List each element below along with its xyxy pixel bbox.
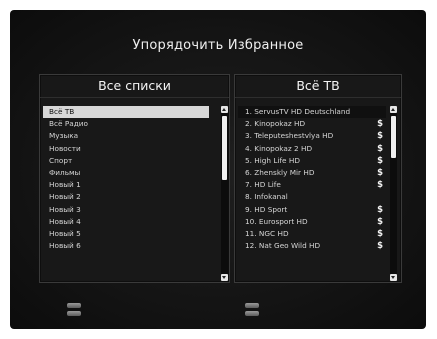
scroll-thumb[interactable] bbox=[391, 116, 396, 158]
channel-name: 6. Zhenskly Mir HD bbox=[245, 167, 315, 177]
channel-name: 4. Kinopokaz 2 HD bbox=[245, 143, 313, 153]
channel-row[interactable]: 2. Kinopokaz HD $ bbox=[238, 118, 386, 130]
list-item-sport[interactable]: Спорт bbox=[43, 155, 209, 167]
channel-row[interactable]: 9. HD Sport $ bbox=[238, 204, 386, 216]
scrambled-icon: $ bbox=[377, 155, 383, 166]
scrambled-icon: $ bbox=[377, 131, 383, 142]
channel-name: 12. Nat Geo Wild HD bbox=[245, 241, 321, 251]
page-title: Упорядочить Избранное bbox=[132, 38, 304, 53]
list-item-new-6[interactable]: Новый 6 bbox=[43, 240, 209, 252]
left-scrollbar[interactable] bbox=[221, 106, 228, 281]
list-item-new-4[interactable]: Новый 4 bbox=[43, 216, 209, 228]
tv-menu-screen: Упорядочить Избранное Все списки Всё ТВ … bbox=[10, 10, 426, 329]
scrambled-icon: $ bbox=[377, 167, 383, 178]
channel-name: 3. Teleputeshestvlya HD bbox=[245, 131, 334, 141]
channel-row[interactable]: 4. Kinopokaz 2 HD $ bbox=[238, 143, 386, 155]
right-scrollbar[interactable] bbox=[390, 106, 397, 281]
scrambled-icon: $ bbox=[377, 204, 383, 215]
channel-row[interactable]: 3. Teleputeshestvlya HD $ bbox=[238, 130, 386, 142]
scrambled-icon: $ bbox=[377, 241, 383, 252]
scrambled-icon: $ bbox=[377, 119, 383, 130]
channel-name: 2. Kinopokaz HD bbox=[245, 119, 306, 129]
channel-name: 5. High Life HD bbox=[245, 155, 300, 165]
channel-row[interactable]: 5. High Life HD $ bbox=[238, 155, 386, 167]
channel-row[interactable]: 11. NGC HD $ bbox=[238, 228, 386, 240]
channel-row[interactable]: 6. Zhenskly Mir HD $ bbox=[238, 167, 386, 179]
scrambled-icon: $ bbox=[377, 228, 383, 239]
list-item-new-3[interactable]: Новый 3 bbox=[43, 204, 209, 216]
channel-name: 1. ServusTV HD Deutschland bbox=[245, 107, 351, 116]
channel-row[interactable]: 8. Infokanal bbox=[238, 191, 386, 203]
channel-list-header: Всё ТВ bbox=[235, 75, 401, 98]
list-item-new-2[interactable]: Новый 2 bbox=[43, 191, 209, 203]
list-item-music[interactable]: Музыка bbox=[43, 130, 209, 142]
all-lists-list: Всё ТВ Всё Радио Музыка Новости Спорт Фи… bbox=[43, 106, 209, 252]
channel-name: 8. Infokanal bbox=[245, 192, 288, 202]
channel-row[interactable]: 7. HD Life $ bbox=[238, 179, 386, 191]
scrambled-icon: $ bbox=[377, 143, 383, 154]
all-lists-header: Все списки bbox=[40, 75, 229, 98]
scroll-down-arrow-icon[interactable] bbox=[221, 274, 228, 281]
channel-list: 1. ServusTV HD Deutschland 2. Kinopokaz … bbox=[238, 106, 386, 252]
double-bar-icon[interactable] bbox=[67, 302, 81, 319]
channel-name: 11. NGC HD bbox=[245, 228, 289, 238]
list-item-all-radio[interactable]: Всё Радио bbox=[43, 118, 209, 130]
scroll-up-arrow-icon[interactable] bbox=[221, 106, 228, 113]
scrambled-icon: $ bbox=[377, 180, 383, 191]
list-item-all-tv[interactable]: Всё ТВ bbox=[43, 106, 209, 119]
scroll-thumb[interactable] bbox=[222, 116, 227, 180]
scrambled-icon: $ bbox=[377, 216, 383, 227]
scroll-down-arrow-icon[interactable] bbox=[390, 274, 397, 281]
double-bar-icon[interactable] bbox=[245, 302, 259, 319]
list-item-news[interactable]: Новости bbox=[43, 143, 209, 155]
channel-row[interactable]: 10. Eurosport HD $ bbox=[238, 216, 386, 228]
list-item-movies[interactable]: Фильмы bbox=[43, 167, 209, 179]
channel-row[interactable]: 1. ServusTV HD Deutschland bbox=[238, 106, 386, 119]
channel-row[interactable]: 12. Nat Geo Wild HD $ bbox=[238, 240, 386, 252]
channel-list-panel: Всё ТВ 1. ServusTV HD Deutschland 2. Kin… bbox=[234, 74, 402, 283]
channel-name: 7. HD Life bbox=[245, 180, 281, 190]
list-item-new-5[interactable]: Новый 5 bbox=[43, 228, 209, 240]
channel-name: 9. HD Sport bbox=[245, 204, 288, 214]
all-lists-panel: Все списки Всё ТВ Всё Радио Музыка Новос… bbox=[39, 74, 230, 283]
channel-name: 10. Eurosport HD bbox=[245, 216, 308, 226]
scroll-up-arrow-icon[interactable] bbox=[390, 106, 397, 113]
list-item-new-1[interactable]: Новый 1 bbox=[43, 179, 209, 191]
